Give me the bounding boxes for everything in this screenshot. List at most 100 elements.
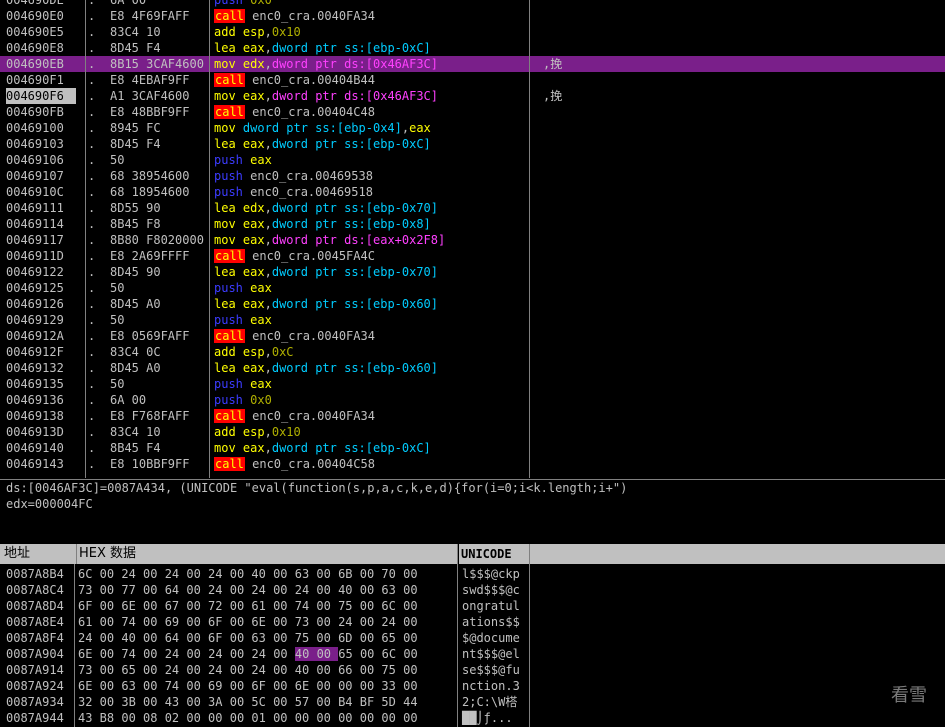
- disasm-row[interactable]: 00469117. 8B80 F8020000 mov eax,dword ptr …: [0, 232, 945, 248]
- disasm-marker: .: [88, 265, 96, 279]
- disasm-address: 0046912F: [6, 345, 64, 359]
- dump-row[interactable]: 0087A914 73 00 65 00 24 00 24 00 24 00 40…: [0, 662, 945, 678]
- disasm-row[interactable]: 00469122. 8D45 90 lea eax,dword ptr ss:[eb…: [0, 264, 945, 280]
- disasm-row[interactable]: 00469107. 68 38954600 push enc0_cra.004695…: [0, 168, 945, 184]
- disasm-bytes: E8 2A69FFFF: [110, 249, 190, 263]
- dump-row[interactable]: 0087A8F4 24 00 40 00 64 00 6F 00 63 00 75…: [0, 630, 945, 646]
- disasm-row[interactable]: 0046911D. E8 2A69FFFF call enc0_cra.0045FA…: [0, 248, 945, 264]
- disasm-marker: .: [88, 153, 96, 167]
- disasm-bytes: E8 4F69FAFF: [110, 9, 190, 23]
- dump-address: 0087A934: [6, 695, 64, 709]
- disasm-marker: .: [88, 185, 96, 199]
- disasm-bytes: 8D45 A0: [110, 361, 161, 375]
- dump-hex: 6F 00 6E 00 67 00 72 00 61 00 74 00 75 0…: [78, 599, 418, 613]
- disasm-bytes: 8D45 A0: [110, 297, 161, 311]
- dump-row[interactable]: 0087A8D4 6F 00 6E 00 67 00 72 00 61 00 74…: [0, 598, 945, 614]
- disasm-marker: .: [88, 233, 96, 247]
- dump-row[interactable]: 0087A904 6E 00 74 00 24 00 24 00 24 00 40…: [0, 646, 945, 662]
- disasm-instruction: add esp,0xC: [214, 345, 294, 359]
- dump-unicode: ongratul: [462, 599, 520, 613]
- dump-unicode: 2;C:\W榙: [462, 695, 518, 709]
- disasm-row[interactable]: 00469132. 8D45 A0 lea eax,dword ptr ss:[eb…: [0, 360, 945, 376]
- disasm-bytes: E8 10BBF9FF: [110, 457, 190, 471]
- disasm-address: 00469100: [6, 121, 64, 135]
- disasm-row[interactable]: 00469138. E8 F768FAFF call enc0_cra.0040FA…: [0, 408, 945, 424]
- disasm-row[interactable]: 00469100. 8945 FC mov dword ptr ss:[ebp-0x…: [0, 120, 945, 136]
- dump-address: 0087A8E4: [6, 615, 64, 629]
- disasm-instruction: call enc0_cra.0040FA34: [214, 9, 375, 23]
- disasm-row[interactable]: 004690F1. E8 4EBAF9FF call enc0_cra.00404B…: [0, 72, 945, 88]
- dump-row[interactable]: 0087A8C4 73 00 77 00 64 00 24 00 24 00 24…: [0, 582, 945, 598]
- dump-address: 0087A904: [6, 647, 64, 661]
- memory-dump-pane[interactable]: 地址 HEX 数据 UNICODE 0087A8B4 6C 00 24 00 24…: [0, 544, 945, 727]
- disasm-address: 00469106: [6, 153, 64, 167]
- disasm-instruction: push eax: [214, 313, 272, 327]
- disasm-bytes: E8 4EBAF9FF: [110, 73, 190, 87]
- disasm-row[interactable]: 00469135. 50 push eax: [0, 376, 945, 392]
- disasm-row[interactable]: 00469125. 50 push eax: [0, 280, 945, 296]
- info-pane: ds:[0046AF3C]=0087A434, (UNICODE "eval(f…: [0, 479, 945, 544]
- disasm-row[interactable]: 00469114. 8B45 F8 mov eax,dword ptr ss:[eb…: [0, 216, 945, 232]
- dump-unicode: ations$$: [462, 615, 520, 629]
- disasm-bytes: E8 F768FAFF: [110, 409, 190, 423]
- disasm-marker: .: [88, 377, 96, 391]
- disasm-bytes: 68 18954600: [110, 185, 190, 199]
- disasm-marker: .: [88, 137, 96, 151]
- disasm-row[interactable]: 004690FB. E8 48BBF9FF call enc0_cra.00404C…: [0, 104, 945, 120]
- dump-unicode: swd$$$@c: [462, 583, 520, 597]
- disasm-row[interactable]: 0046913D. 83C4 10 add esp,0x10: [0, 424, 945, 440]
- dump-address: 0087A924: [6, 679, 64, 693]
- info-line: edx=000004FC: [6, 497, 93, 511]
- disasm-marker: .: [88, 281, 96, 295]
- disasm-instruction: push eax: [214, 377, 272, 391]
- disasm-instruction: add esp,0x10: [214, 25, 301, 39]
- disasm-instruction: call enc0_cra.00404C58: [214, 457, 375, 471]
- disasm-bytes: 83C4 0C: [110, 345, 161, 359]
- disasm-comment: ,挽: [543, 57, 563, 71]
- disasm-row[interactable]: 00469140. 8B45 F4 mov eax,dword ptr ss:[eb…: [0, 440, 945, 456]
- disasm-row[interactable]: 00469129. 50 push eax: [0, 312, 945, 328]
- disasm-row[interactable]: 0046912F. 83C4 0C add esp,0xC: [0, 344, 945, 360]
- disasm-row[interactable]: 004690EB. 8B15 3CAF4600 mov edx,dword ptr …: [0, 56, 945, 72]
- disasm-row[interactable]: 004690F6. A1 3CAF4600 mov eax,dword ptr ds…: [0, 88, 945, 104]
- disasm-row[interactable]: 00469136. 6A 00 push 0x0: [0, 392, 945, 408]
- disasm-row[interactable]: 004690E0. E8 4F69FAFF call enc0_cra.0040FA…: [0, 8, 945, 24]
- disasm-row[interactable]: 00469143. E8 10BBF9FF call enc0_cra.00404C…: [0, 456, 945, 472]
- disasm-row[interactable]: 0046910C. 68 18954600 push enc0_cra.004695…: [0, 184, 945, 200]
- dump-header-hex[interactable]: HEX 数据: [77, 544, 458, 564]
- disasm-bytes: 8B80 F8020000: [110, 233, 204, 247]
- disasm-instruction: mov eax,dword ptr ss:[ebp-0x8]: [214, 217, 431, 231]
- dump-header-address[interactable]: 地址: [0, 544, 77, 564]
- dump-row[interactable]: 0087A8B4 6C 00 24 00 24 00 24 00 40 00 63…: [0, 566, 945, 582]
- disasm-row[interactable]: 004690E8. 8D45 F4 lea eax,dword ptr ss:[eb…: [0, 40, 945, 56]
- dump-row[interactable]: 0087A8E4 61 00 74 00 69 00 6F 00 6E 00 73…: [0, 614, 945, 630]
- disasm-address: 0046910C: [6, 185, 64, 199]
- disasm-address: 00469107: [6, 169, 64, 183]
- disasm-row[interactable]: 00469103. 8D45 F4 lea eax,dword ptr ss:[eb…: [0, 136, 945, 152]
- disasm-instruction: mov dword ptr ss:[ebp-0x4],eax: [214, 121, 431, 135]
- dump-unicode: nction.3: [462, 679, 520, 693]
- disasm-instruction: call enc0_cra.0040FA34: [214, 329, 375, 343]
- disasm-instruction: push 0x0: [214, 393, 272, 407]
- disasm-row[interactable]: 00469111. 8D55 90 lea edx,dword ptr ss:[eb…: [0, 200, 945, 216]
- disasm-row[interactable]: 00469126. 8D45 A0 lea eax,dword ptr ss:[eb…: [0, 296, 945, 312]
- dump-header-unicode[interactable]: UNICODE: [459, 544, 530, 564]
- disasm-marker: .: [88, 217, 96, 231]
- disasm-row[interactable]: 004690DE. 6A 00 push 0x0: [0, 0, 945, 8]
- disasm-marker: .: [88, 201, 96, 215]
- disasm-instruction: call enc0_cra.0040FA34: [214, 409, 375, 423]
- column-separator: [529, 0, 530, 478]
- disasm-bytes: 50: [110, 281, 125, 295]
- disasm-marker: .: [88, 457, 96, 471]
- disasm-row[interactable]: 0046912A. E8 0569FAFF call enc0_cra.0040FA…: [0, 328, 945, 344]
- disasm-row[interactable]: 004690E5. 83C4 10 add esp,0x10: [0, 24, 945, 40]
- dump-row[interactable]: 0087A934 32 00 3B 00 43 00 3A 00 5C 00 57…: [0, 694, 945, 710]
- dump-row[interactable]: 0087A924 6E 00 63 00 74 00 69 00 6F 00 6E…: [0, 678, 945, 694]
- dump-unicode: nt$$$@el: [462, 647, 520, 661]
- disasm-row[interactable]: 00469106. 50 push eax: [0, 152, 945, 168]
- dump-address: 0087A8C4: [6, 583, 64, 597]
- dump-row[interactable]: 0087A944 43 B8 00 08 02 00 00 00 01 00 00…: [0, 710, 945, 726]
- disassembly-pane[interactable]: 004690DE. 6A 00 push 0x0 004690E0. E8 4F69FA…: [0, 0, 945, 478]
- disasm-bytes: A1 3CAF4600: [110, 89, 190, 103]
- disasm-bytes: 8D45 90: [110, 265, 161, 279]
